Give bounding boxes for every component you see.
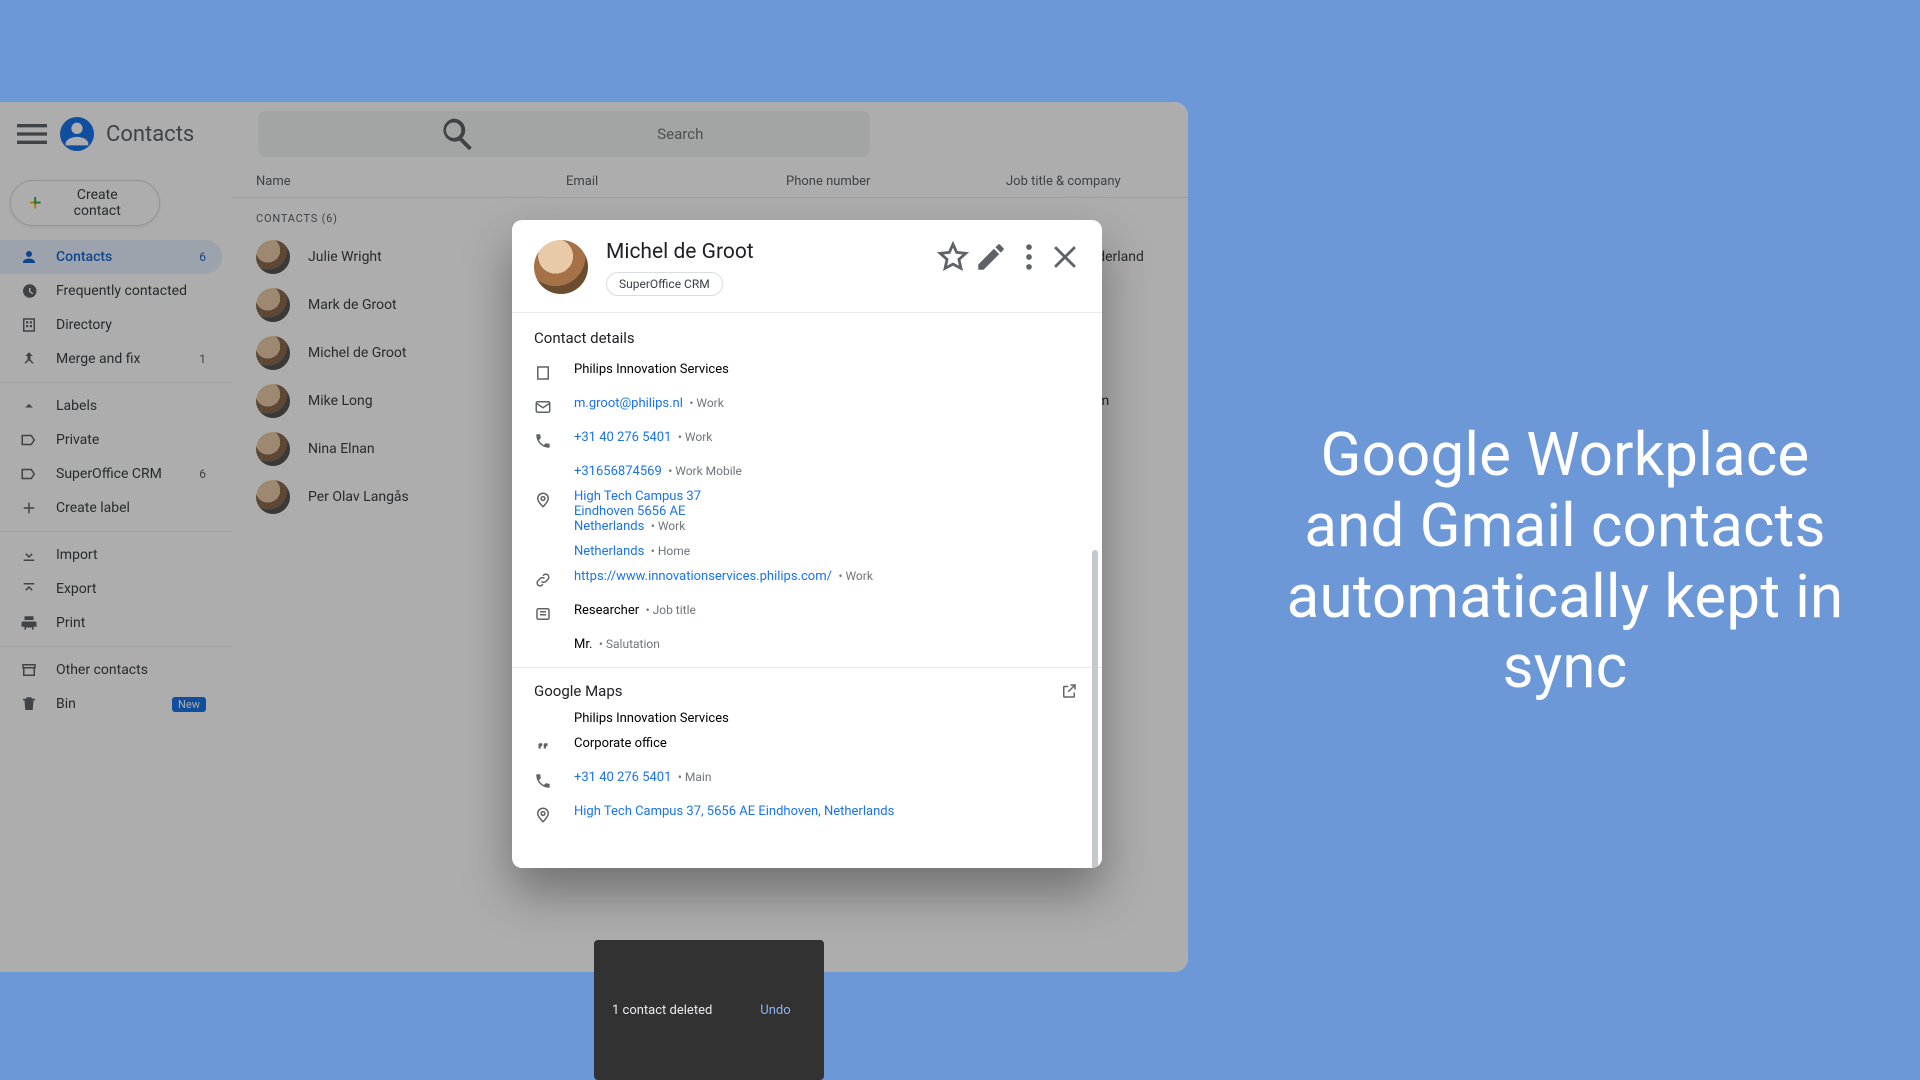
phone2-tag: • Work Mobile bbox=[668, 464, 742, 478]
phone1-tag: • Work bbox=[678, 430, 712, 444]
pin-icon bbox=[534, 489, 552, 513]
phone2-value[interactable]: +31656874569 bbox=[574, 464, 662, 479]
detail-country-home[interactable]: Netherlands • Home bbox=[512, 539, 1102, 564]
addr-line2[interactable]: Eindhoven 5656 AE bbox=[574, 504, 685, 519]
more-button[interactable] bbox=[1012, 240, 1046, 274]
email-tag: • Work bbox=[689, 396, 723, 410]
maps-phone-value[interactable]: +31 40 276 5401 bbox=[574, 770, 671, 785]
star-button[interactable] bbox=[936, 240, 970, 274]
email-value[interactable]: m.groot@philips.nl bbox=[574, 396, 683, 411]
close-icon bbox=[1050, 240, 1084, 274]
contact-avatar bbox=[534, 240, 588, 294]
jobtitle-tag: • Job title bbox=[646, 603, 696, 617]
google-maps-heading-row: Google Maps bbox=[512, 667, 1102, 706]
country-home-tag: • Home bbox=[651, 544, 690, 558]
addr-tag: • Work bbox=[651, 519, 685, 533]
maps-phone[interactable]: +31 40 276 5401 • Main bbox=[512, 765, 1102, 799]
toast-text: 1 contact deleted bbox=[612, 1003, 712, 1018]
detail-address[interactable]: High Tech Campus 37 Eindhoven 5656 AE Ne… bbox=[512, 484, 1102, 539]
maps-type-value: Corporate office bbox=[574, 736, 667, 751]
contact-details-heading: Contact details bbox=[512, 313, 1102, 357]
maps-type: Corporate office bbox=[512, 731, 1102, 765]
toast-undo-button[interactable]: Undo bbox=[760, 1003, 790, 1018]
jobtitle-value: Researcher bbox=[574, 603, 639, 618]
link-icon bbox=[534, 569, 552, 593]
salutation-tag: • Salutation bbox=[599, 637, 660, 651]
card-header: Michel de Groot SuperOffice CRM bbox=[512, 220, 1102, 312]
more-vert-icon bbox=[1012, 240, 1046, 274]
detail-website[interactable]: https://www.innovationservices.philips.c… bbox=[512, 564, 1102, 598]
detail-salutation: Mr. • Salutation bbox=[512, 632, 1102, 657]
detail-phone1[interactable]: +31 40 276 5401 • Work bbox=[512, 425, 1102, 459]
company-value: Philips Innovation Services bbox=[574, 362, 729, 377]
close-button[interactable] bbox=[1050, 240, 1084, 274]
contact-name-title: Michel de Groot bbox=[606, 240, 754, 264]
building-icon bbox=[534, 362, 552, 386]
detail-jobtitle: Researcher • Job title bbox=[512, 598, 1102, 632]
detail-email[interactable]: m.groot@philips.nl • Work bbox=[512, 391, 1102, 425]
contact-detail-card: Michel de Groot SuperOffice CRM Contact … bbox=[512, 220, 1102, 868]
addr-line1[interactable]: High Tech Campus 37 bbox=[574, 489, 701, 504]
maps-address-value[interactable]: High Tech Campus 37, 5656 AE Eindhoven, … bbox=[574, 804, 894, 819]
phone-icon bbox=[534, 430, 552, 454]
toast-snackbar: 1 contact deleted Undo bbox=[594, 940, 824, 1080]
maps-address[interactable]: High Tech Campus 37, 5656 AE Eindhoven, … bbox=[512, 799, 1102, 833]
maps-company-value: Philips Innovation Services bbox=[574, 711, 729, 726]
maps-phone-tag: • Main bbox=[678, 770, 712, 784]
quote-icon bbox=[534, 736, 552, 760]
card-body: Contact details Philips Innovation Servi… bbox=[512, 312, 1102, 868]
marketing-headline: Google Workplace and Gmail contacts auto… bbox=[1270, 420, 1860, 703]
detail-company: Philips Innovation Services bbox=[512, 357, 1102, 391]
website-tag: • Work bbox=[838, 569, 872, 583]
maps-company: Philips Innovation Services bbox=[512, 706, 1102, 731]
pencil-icon bbox=[974, 240, 1008, 274]
pin-icon bbox=[534, 804, 552, 828]
edit-button[interactable] bbox=[974, 240, 1008, 274]
mail-icon bbox=[534, 396, 552, 420]
website-value[interactable]: https://www.innovationservices.philips.c… bbox=[574, 569, 832, 584]
detail-phone2[interactable]: +31656874569 • Work Mobile bbox=[512, 459, 1102, 484]
country-home-value[interactable]: Netherlands bbox=[574, 544, 644, 559]
scrollbar-thumb[interactable] bbox=[1092, 550, 1098, 868]
open-external-icon[interactable] bbox=[1060, 682, 1078, 700]
addr-line3[interactable]: Netherlands bbox=[574, 519, 644, 534]
phone1-value[interactable]: +31 40 276 5401 bbox=[574, 430, 671, 445]
star-outline-icon bbox=[936, 240, 970, 274]
salutation-value: Mr. bbox=[574, 637, 592, 652]
phone-icon bbox=[534, 770, 552, 794]
id-icon bbox=[534, 603, 552, 627]
label-chip[interactable]: SuperOffice CRM bbox=[606, 272, 723, 296]
google-maps-heading: Google Maps bbox=[534, 682, 623, 700]
